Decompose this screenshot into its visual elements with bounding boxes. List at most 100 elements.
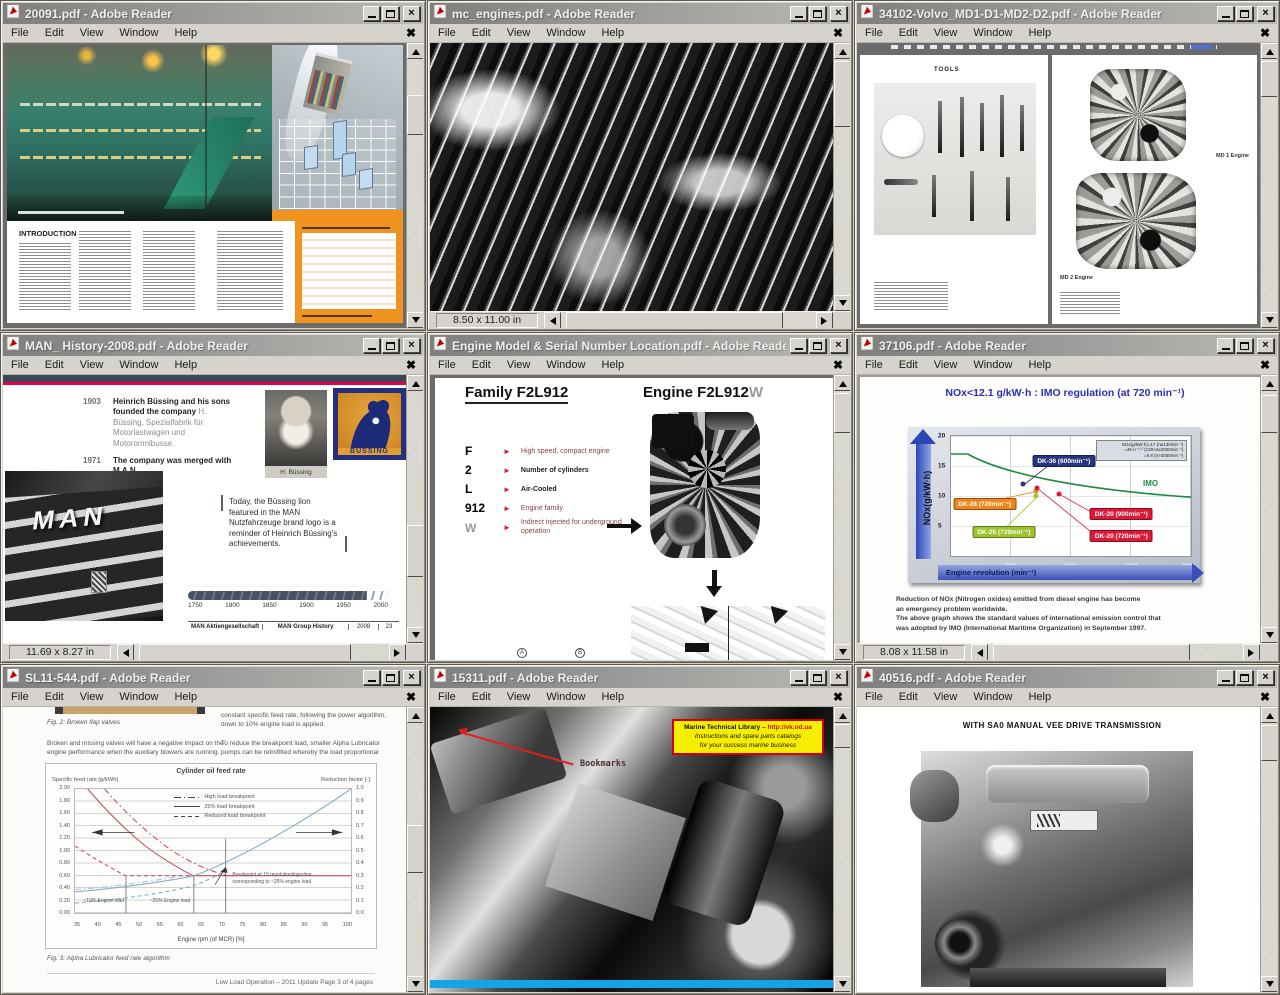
close-button[interactable]: ×: [830, 338, 847, 353]
vertical-scrollbar[interactable]: [1260, 43, 1277, 328]
scrollbar-thumb[interactable]: [407, 525, 423, 577]
menu-item[interactable]: Edit: [464, 689, 499, 705]
menu-item[interactable]: View: [499, 25, 539, 41]
close-document-icon[interactable]: ✖: [1253, 690, 1277, 704]
minimize-button[interactable]: [1217, 670, 1234, 685]
minimize-button[interactable]: [363, 6, 380, 21]
close-button[interactable]: ×: [830, 670, 847, 685]
scrollbar-thumb[interactable]: [834, 61, 850, 127]
scroll-down-button[interactable]: [1261, 312, 1277, 328]
scroll-down-button[interactable]: [834, 644, 850, 660]
menu-item[interactable]: Edit: [37, 25, 72, 41]
menu-item[interactable]: View: [926, 357, 966, 373]
menu-item[interactable]: Edit: [891, 357, 926, 373]
scroll-up-button[interactable]: [1261, 375, 1277, 391]
scroll-down-button[interactable]: [834, 295, 850, 311]
minimize-button[interactable]: [1217, 6, 1234, 21]
menu-item[interactable]: File: [857, 689, 891, 705]
titlebar[interactable]: SL11-544.pdf - Adobe Reader ×: [3, 667, 423, 688]
menu-item[interactable]: File: [857, 25, 891, 41]
menu-item[interactable]: File: [3, 25, 37, 41]
vertical-scrollbar[interactable]: [406, 707, 423, 992]
menu-item[interactable]: View: [72, 357, 112, 373]
scroll-down-button[interactable]: [834, 976, 850, 992]
close-button[interactable]: ×: [1257, 338, 1274, 353]
minimize-button[interactable]: [363, 338, 380, 353]
scroll-right-button[interactable]: [1243, 644, 1260, 660]
close-document-icon[interactable]: ✖: [826, 690, 850, 704]
close-document-icon[interactable]: ✖: [399, 690, 423, 704]
horizontal-scrollbar[interactable]: [971, 644, 1260, 660]
vertical-scrollbar[interactable]: [1260, 375, 1277, 643]
menu-item[interactable]: Help: [593, 689, 632, 705]
menu-item[interactable]: Help: [1020, 25, 1059, 41]
titlebar[interactable]: 34102-Volvo_MD1-D1-MD2-D2.pdf - Adobe Re…: [857, 3, 1277, 24]
menu-item[interactable]: File: [430, 25, 464, 41]
menu-item[interactable]: Edit: [37, 357, 72, 373]
scrollbar-thumb[interactable]: [139, 644, 351, 660]
scrollbar-thumb[interactable]: [834, 393, 850, 433]
menu-item[interactable]: Edit: [891, 689, 926, 705]
minimize-button[interactable]: [363, 670, 380, 685]
scroll-up-button[interactable]: [834, 43, 850, 59]
scroll-left-button[interactable]: [971, 644, 988, 660]
menu-item[interactable]: File: [430, 689, 464, 705]
menu-item[interactable]: Window: [538, 689, 593, 705]
vertical-scrollbar[interactable]: [1260, 707, 1277, 992]
maximize-button[interactable]: [809, 6, 826, 21]
scroll-down-button[interactable]: [407, 627, 423, 643]
maximize-button[interactable]: [1236, 338, 1253, 353]
close-document-icon[interactable]: ✖: [1253, 26, 1277, 40]
menu-item[interactable]: Window: [538, 25, 593, 41]
titlebar[interactable]: 37106.pdf - Adobe Reader ×: [857, 335, 1277, 356]
vertical-scrollbar[interactable]: [406, 375, 423, 643]
maximize-button[interactable]: [809, 338, 826, 353]
maximize-button[interactable]: [809, 670, 826, 685]
menu-item[interactable]: Help: [166, 25, 205, 41]
menu-item[interactable]: Window: [111, 357, 166, 373]
scroll-down-button[interactable]: [407, 312, 423, 328]
scrollbar-thumb[interactable]: [1261, 725, 1277, 761]
scroll-up-button[interactable]: [834, 375, 850, 391]
menu-item[interactable]: File: [430, 357, 464, 373]
scrollbar-thumb[interactable]: [407, 825, 423, 873]
maximize-button[interactable]: [1236, 670, 1253, 685]
minimize-button[interactable]: [790, 6, 807, 21]
menu-item[interactable]: Edit: [891, 25, 926, 41]
menu-item[interactable]: File: [3, 357, 37, 373]
menu-item[interactable]: View: [72, 25, 112, 41]
close-document-icon[interactable]: ✖: [1253, 358, 1277, 372]
menu-item[interactable]: Window: [965, 25, 1020, 41]
scrollbar-thumb[interactable]: [993, 644, 1190, 660]
scroll-up-button[interactable]: [407, 375, 423, 391]
library-link[interactable]: http://vk.od.ua: [767, 724, 811, 731]
close-document-icon[interactable]: ✖: [399, 358, 423, 372]
menu-item[interactable]: Help: [166, 357, 205, 373]
scroll-down-button[interactable]: [1261, 627, 1277, 643]
menu-item[interactable]: File: [3, 689, 37, 705]
menu-item[interactable]: Window: [111, 25, 166, 41]
titlebar[interactable]: mc_engines.pdf - Adobe Reader ×: [430, 3, 850, 24]
close-button[interactable]: ×: [1257, 670, 1274, 685]
close-button[interactable]: ×: [830, 6, 847, 21]
close-document-icon[interactable]: ✖: [399, 26, 423, 40]
maximize-button[interactable]: [1236, 6, 1253, 21]
scroll-right-button[interactable]: [389, 644, 406, 660]
scroll-down-button[interactable]: [1261, 976, 1277, 992]
minimize-button[interactable]: [790, 338, 807, 353]
scroll-up-button[interactable]: [407, 707, 423, 723]
titlebar[interactable]: MAN_ History-2008.pdf - Adobe Reader ×: [3, 335, 423, 356]
titlebar[interactable]: 15311.pdf - Adobe Reader ×: [430, 667, 850, 688]
horizontal-scrollbar[interactable]: [544, 312, 833, 328]
menu-item[interactable]: Help: [593, 25, 632, 41]
maximize-button[interactable]: [382, 670, 399, 685]
titlebar[interactable]: 40516.pdf - Adobe Reader ×: [857, 667, 1277, 688]
horizontal-scrollbar[interactable]: [117, 644, 406, 660]
menu-item[interactable]: Window: [965, 357, 1020, 373]
close-document-icon[interactable]: ✖: [826, 358, 850, 372]
scroll-down-button[interactable]: [407, 976, 423, 992]
maximize-button[interactable]: [382, 6, 399, 21]
menu-item[interactable]: View: [499, 357, 539, 373]
scroll-left-button[interactable]: [544, 312, 561, 328]
scrollbar-thumb[interactable]: [834, 724, 850, 748]
